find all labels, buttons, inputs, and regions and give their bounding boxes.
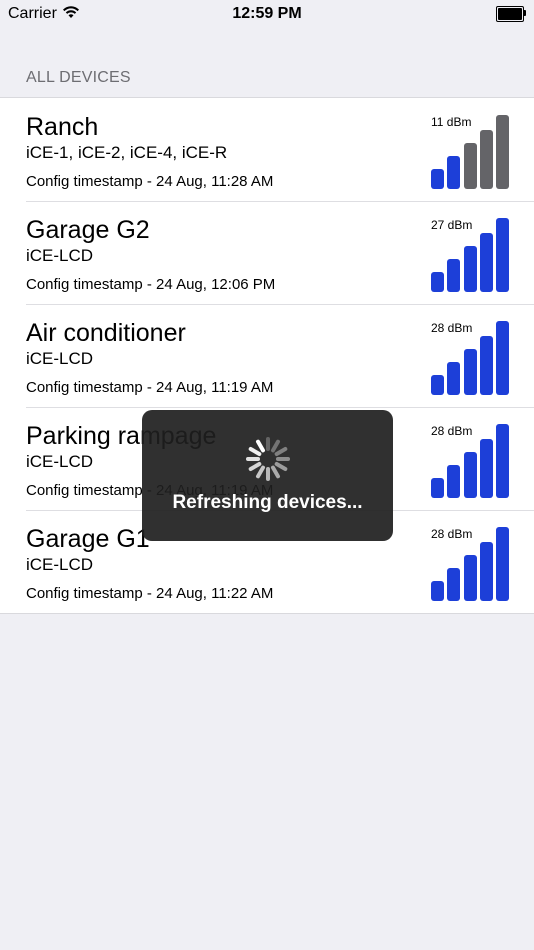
signal-bar [496, 115, 510, 189]
signal-bar [479, 542, 493, 601]
config-timestamp: Config timestamp - 24 Aug, 11:19 AM [26, 379, 274, 396]
signal-bar [431, 581, 444, 601]
signal-bar [431, 375, 444, 395]
device-models: iCE-LCD [26, 452, 94, 471]
device-name: Air conditioner [26, 319, 186, 347]
hud-message: Refreshing devices... [172, 492, 363, 513]
signal-bar [463, 246, 477, 292]
refresh-progress-hud: Refreshing devices... [142, 410, 393, 541]
signal-bar [496, 527, 510, 601]
signal-bars-icon [431, 321, 510, 395]
device-models: iCE-LCD [26, 246, 94, 265]
device-name: Garage G1 [26, 525, 150, 553]
config-timestamp: Config timestamp - 24 Aug, 12:06 PM [26, 276, 276, 293]
signal-bar [479, 233, 493, 292]
spinner-spoke [274, 462, 288, 471]
device-models: iCE-1, iCE-2, iCE-4, iCE-R [26, 143, 228, 162]
signal-bar [496, 321, 510, 395]
signal-bar [496, 218, 510, 292]
spinner-spoke [248, 447, 262, 456]
signal-bar [463, 143, 477, 189]
signal-bar [463, 349, 477, 395]
signal-bars-icon [431, 115, 510, 189]
device-name: Garage G2 [26, 216, 150, 244]
section-header: ALL DEVICES [26, 69, 131, 86]
device-models: iCE-LCD [26, 349, 94, 368]
device-row[interactable]: Air conditioner iCE-LCD Config timestamp… [0, 304, 534, 407]
signal-bar [463, 452, 477, 498]
spinner-spoke [274, 447, 288, 456]
signal-bar [479, 439, 493, 498]
signal-bar [479, 336, 493, 395]
signal-bar [447, 465, 461, 498]
clock: 12:59 PM [232, 5, 302, 22]
signal-bars-icon [431, 218, 510, 292]
spinner-spoke [256, 439, 265, 453]
signal-bar [431, 478, 444, 498]
config-timestamp: Config timestamp - 24 Aug, 11:28 AM [26, 173, 274, 190]
signal-bars-icon [431, 424, 510, 498]
spinner-spoke [271, 439, 280, 453]
signal-bars-icon [431, 527, 510, 601]
signal-bar [447, 259, 461, 292]
config-timestamp: Config timestamp - 24 Aug, 11:22 AM [26, 585, 274, 602]
device-name: Ranch [26, 113, 99, 141]
signal-bar [447, 568, 461, 601]
spinner-spoke [271, 465, 280, 479]
signal-bar [431, 169, 444, 189]
signal-bar [431, 272, 444, 292]
status-bar: Carrier 12:59 PM [0, 0, 534, 28]
spinner-spoke [248, 462, 262, 471]
signal-bar [447, 156, 461, 189]
signal-bar [496, 424, 510, 498]
battery-icon [496, 6, 526, 22]
signal-bar [479, 130, 493, 189]
spinner-icon [246, 437, 290, 481]
device-row[interactable]: Garage G2 iCE-LCD Config timestamp - 24 … [0, 201, 534, 304]
device-row[interactable]: Ranch iCE-1, iCE-2, iCE-4, iCE-R Config … [0, 98, 534, 201]
spinner-spoke [256, 465, 265, 479]
signal-bar [447, 362, 461, 395]
signal-bar [463, 555, 477, 601]
device-models: iCE-LCD [26, 555, 94, 574]
